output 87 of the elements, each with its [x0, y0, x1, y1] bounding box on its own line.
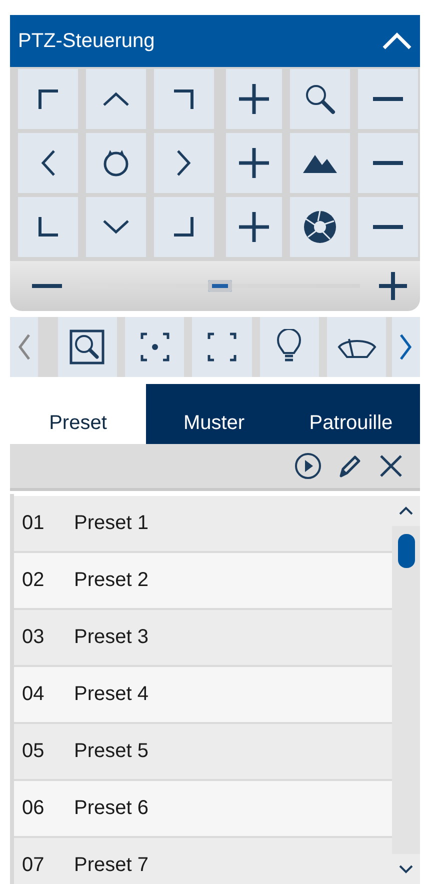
iris-open-button[interactable] [226, 197, 282, 257]
tab[interactable]: Preset [10, 384, 146, 444]
light-bulb-button[interactable] [260, 317, 319, 377]
up-right-button[interactable] [154, 69, 214, 129]
preset-number: 06 [21, 797, 46, 820]
focus-near-button[interactable] [226, 133, 282, 193]
preset-row[interactable]: 05 Preset 5 [14, 724, 392, 781]
preset-number: 05 [21, 740, 46, 763]
focus-far-button[interactable] [358, 133, 418, 193]
plus-icon [238, 83, 270, 115]
zoom-in-button[interactable] [226, 69, 282, 129]
increase-speed-button[interactable] [378, 271, 408, 301]
wiper-button[interactable] [327, 317, 386, 377]
preset-number: 07 [21, 854, 46, 877]
collapse-button[interactable] [382, 32, 412, 50]
preset-name: Preset 5 [74, 740, 148, 763]
preset-row[interactable]: 01 Preset 1 [14, 496, 392, 553]
zoom-out-button[interactable] [358, 69, 418, 129]
iris-close-button[interactable] [358, 197, 418, 257]
circular-arrows-icon [101, 148, 131, 178]
play-icon [294, 452, 322, 480]
chevron-down-icon [102, 219, 130, 235]
preset-row[interactable]: 02 Preset 2 [14, 553, 392, 610]
scroll-down-button[interactable] [392, 854, 420, 884]
minus-icon [32, 283, 62, 289]
down-button[interactable] [86, 197, 146, 257]
preset-row[interactable]: 06 Preset 6 [14, 781, 392, 838]
corner-icon [38, 217, 58, 237]
panel-title: PTZ-Steuerung [18, 30, 155, 52]
corner-icon [174, 89, 194, 109]
aperture-icon [302, 209, 338, 245]
close-icon [378, 453, 404, 479]
preset-number: 02 [21, 569, 46, 592]
chevron-left-icon [16, 333, 31, 361]
zoom-frame-icon [69, 329, 106, 365]
zoom-area-button[interactable] [58, 317, 118, 377]
preset-number: 04 [21, 683, 46, 706]
scrollbar[interactable] [392, 496, 420, 884]
down-right-button[interactable] [154, 197, 214, 257]
minus-icon [372, 96, 404, 102]
search-icon [303, 82, 337, 116]
preset-name: Preset 4 [74, 683, 148, 706]
corner-icon [174, 217, 194, 237]
preset-number: 01 [21, 512, 46, 535]
minus-icon [372, 224, 404, 230]
preset-number: 03 [21, 626, 46, 649]
plus-icon [238, 211, 270, 243]
chevron-up-icon [398, 506, 414, 516]
preset-row[interactable]: 04 Preset 4 [14, 667, 392, 724]
iris-button[interactable] [290, 197, 350, 257]
corner-icon [38, 89, 58, 109]
next-button[interactable] [392, 317, 420, 377]
close-button[interactable] [378, 453, 404, 479]
slider-thumb[interactable] [208, 280, 232, 292]
preset-name: Preset 3 [74, 626, 148, 649]
focus-button[interactable] [290, 133, 350, 193]
chevron-down-icon [398, 864, 414, 874]
plus-icon [238, 147, 270, 179]
minus-icon [372, 160, 404, 166]
frame-corners-icon [207, 332, 237, 362]
down-left-button[interactable] [18, 197, 78, 257]
preset-row[interactable]: 07 Preset 7 [14, 838, 392, 884]
play-button[interactable] [294, 452, 322, 480]
focus-frame-icon [140, 332, 170, 362]
up-left-button[interactable] [18, 69, 78, 129]
plus-icon [378, 271, 408, 301]
zoom-button[interactable] [290, 69, 350, 129]
preset-name: Preset 7 [74, 854, 148, 877]
right-button[interactable] [154, 133, 214, 193]
up-button[interactable] [86, 69, 146, 129]
center-focus-button[interactable] [125, 317, 184, 377]
scroll-thumb[interactable] [398, 534, 415, 568]
preset-name: Preset 1 [74, 512, 148, 535]
chevron-left-icon [40, 149, 56, 177]
decrease-speed-button[interactable] [32, 283, 62, 289]
scroll-up-button[interactable] [392, 496, 420, 526]
preset-row[interactable]: 03 Preset 3 [14, 610, 392, 667]
preset-name: Preset 2 [74, 569, 148, 592]
chevron-up-icon [102, 91, 130, 107]
auto-scan-button[interactable] [86, 133, 146, 193]
preset-name: Preset 6 [74, 797, 148, 820]
chevron-right-icon [399, 333, 414, 361]
frame-button[interactable] [192, 317, 252, 377]
chevron-up-icon [382, 32, 412, 50]
previous-button[interactable] [10, 317, 38, 377]
left-button[interactable] [18, 133, 78, 193]
chevron-right-icon [176, 149, 192, 177]
